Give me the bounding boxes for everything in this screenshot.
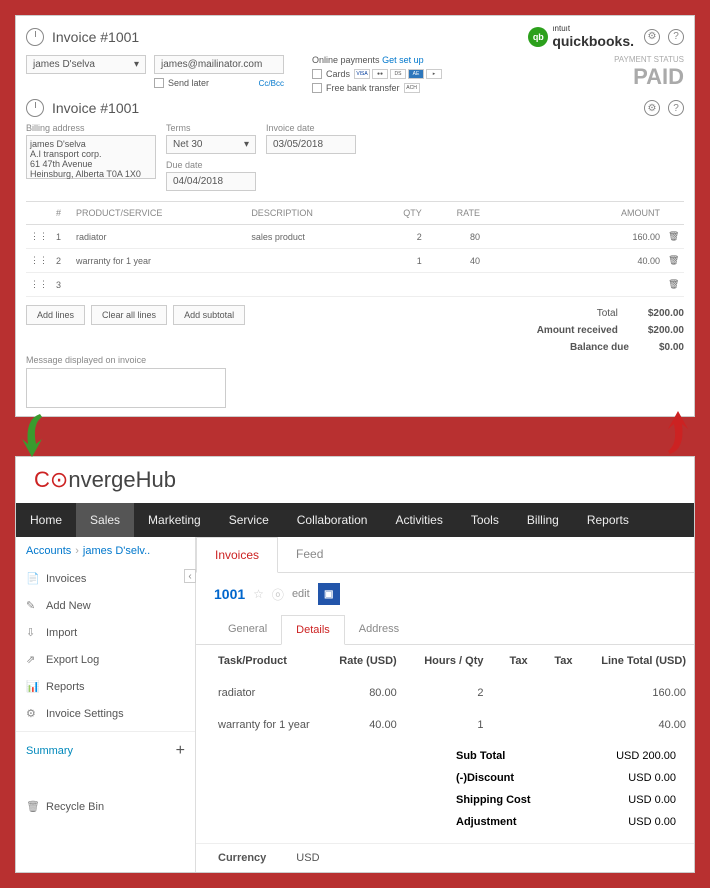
gear-icon[interactable]: ⚙	[644, 29, 660, 45]
tab-address[interactable]: Address	[345, 615, 413, 644]
cards-checkbox[interactable]	[312, 69, 322, 79]
drag-icon[interactable]: ⋮⋮	[26, 225, 52, 249]
quickbooks-logo: qb ıntuıt quickbooks.	[528, 24, 634, 49]
table-row[interactable]: ⋮⋮ 3 🗑	[26, 273, 684, 297]
nav-billing[interactable]: Billing	[513, 503, 573, 537]
customer-select[interactable]: james D'selva▾	[26, 55, 146, 74]
sidebar-item-invoices[interactable]: 📄Invoices	[16, 565, 195, 592]
invoice-title: Invoice #1001	[52, 29, 528, 45]
qb-badge-icon: qb	[528, 27, 548, 47]
nav-marketing[interactable]: Marketing	[134, 503, 215, 537]
owl-icon[interactable]: ⓞ	[272, 586, 284, 603]
sidebar-item-add-new[interactable]: ✎Add New	[16, 592, 195, 619]
nav-home[interactable]: Home	[16, 503, 76, 537]
invoice-number: 1001	[214, 586, 245, 602]
sidebar-item-import[interactable]: ⇩Import	[16, 619, 195, 646]
bank-checkbox[interactable]	[312, 83, 322, 93]
convergehub-panel: C⊙nvergeHub HomeSalesMarketingServiceCol…	[15, 456, 695, 873]
breadcrumb: Accounts›james D'selv..	[16, 537, 195, 565]
applepay-icon: ▸	[426, 69, 442, 79]
help-icon[interactable]: ?	[668, 29, 684, 45]
tab-details[interactable]: Details	[281, 615, 345, 645]
tab-general[interactable]: General	[214, 615, 281, 644]
sidebar-item-reports[interactable]: 📊Reports	[16, 673, 195, 700]
mastercard-icon: ●●	[372, 69, 388, 79]
nav-collaboration[interactable]: Collaboration	[283, 503, 382, 537]
visa-icon: VISA	[354, 69, 370, 79]
trash-icon[interactable]: 🗑	[664, 249, 684, 273]
arrow-up-icon	[650, 409, 690, 464]
send-later-checkbox[interactable]	[154, 78, 164, 88]
chevron-down-icon: ▾	[244, 139, 249, 150]
sidebar-item-export-log[interactable]: ⇗Export Log	[16, 646, 195, 673]
trash-icon: 🗑	[26, 800, 38, 813]
table-row[interactable]: ⋮⋮ 2warranty for 1 year 140 40.00 🗑	[26, 249, 684, 273]
ccbcc-link[interactable]: Cc/Bcc	[259, 79, 284, 88]
nav-reports[interactable]: Reports	[573, 503, 643, 537]
nav-service[interactable]: Service	[215, 503, 283, 537]
breadcrumb-customer[interactable]: james D'selv..	[83, 545, 150, 557]
invoice-date-input[interactable]: 03/05/2018	[266, 135, 356, 154]
sidebar-icon: ⚙	[26, 707, 38, 720]
sidebar-item-invoice-settings[interactable]: ⚙Invoice Settings	[16, 700, 195, 727]
sidebar-icon: ✎	[26, 599, 38, 612]
sidebar-icon: ⇩	[26, 626, 38, 639]
trash-icon[interactable]: 🗑	[664, 225, 684, 249]
sidebar-icon: 📊	[26, 680, 38, 693]
nav-tools[interactable]: Tools	[457, 503, 513, 537]
edit-link[interactable]: edit	[292, 588, 310, 600]
tab-invoices[interactable]: Invoices	[196, 537, 278, 573]
arrow-down-icon	[20, 409, 60, 464]
currency-label: Currency	[218, 852, 266, 864]
payment-status-value: PAID	[614, 64, 684, 90]
table-row[interactable]: ⋮⋮ 1radiatorsales product 280 160.00 🗑	[26, 225, 684, 249]
nav-sales[interactable]: Sales	[76, 503, 134, 537]
sidebar-icon: ⇗	[26, 653, 38, 666]
sidebar: Accounts›james D'selv.. ‹ 📄Invoices✎Add …	[16, 537, 196, 872]
quickbooks-panel: Invoice #1001 qb ıntuıt quickbooks. ⚙ ? …	[15, 15, 695, 417]
message-input[interactable]	[26, 368, 226, 408]
email-input[interactable]: james@mailinator.com	[154, 55, 284, 74]
invoice-details-table: Task/Product Rate (USD) Hours / Qty Tax …	[196, 645, 694, 741]
main-tabs: InvoicesFeed	[196, 537, 694, 573]
ach-icon: ACH	[404, 83, 420, 93]
tab-feed[interactable]: Feed	[278, 537, 341, 572]
payment-status-label: PAYMENT STATUS	[614, 55, 684, 64]
gear-icon[interactable]: ⚙	[644, 100, 660, 116]
history-icon[interactable]	[26, 28, 44, 46]
add-subtotal-button[interactable]: Add subtotal	[173, 305, 245, 325]
app-icon[interactable]: ▣	[318, 583, 340, 605]
chevron-down-icon: ▾	[134, 59, 139, 70]
currency-value: USD	[296, 852, 319, 864]
billing-address-input[interactable]: james D'selva A.I transport corp. 61 47t…	[26, 135, 156, 179]
sidebar-recycle-bin[interactable]: 🗑Recycle Bin	[16, 790, 195, 823]
line-items-table: # PRODUCT/SERVICE DESCRIPTION QTY RATE A…	[26, 201, 684, 297]
nav-activities[interactable]: Activities	[381, 503, 456, 537]
detail-tabs: GeneralDetailsAddress	[196, 615, 694, 645]
table-row: radiator80.00 2160.00	[196, 677, 694, 709]
due-date-input[interactable]: 04/04/2018	[166, 172, 256, 191]
drag-icon[interactable]: ⋮⋮	[26, 273, 52, 297]
discover-icon: DS	[390, 69, 406, 79]
terms-select[interactable]: Net 30▾	[166, 135, 256, 154]
sidebar-icon: 📄	[26, 572, 38, 585]
plus-icon[interactable]: +	[176, 742, 185, 760]
table-row: warranty for 1 year40.00 140.00	[196, 709, 694, 741]
get-setup-link[interactable]: Get set up	[382, 55, 424, 65]
trash-icon[interactable]: 🗑	[664, 273, 684, 297]
breadcrumb-accounts[interactable]: Accounts	[26, 545, 71, 557]
main-nav: HomeSalesMarketingServiceCollaborationAc…	[16, 503, 694, 537]
help-icon[interactable]: ?	[668, 100, 684, 116]
sidebar-summary[interactable]: Summary+	[16, 731, 195, 770]
invoice-title: Invoice #1001	[52, 100, 634, 116]
drag-icon[interactable]: ⋮⋮	[26, 249, 52, 273]
star-icon[interactable]: ☆	[253, 587, 264, 601]
clear-lines-button[interactable]: Clear all lines	[91, 305, 167, 325]
history-icon[interactable]	[26, 99, 44, 117]
collapse-sidebar-icon[interactable]: ‹	[184, 569, 196, 583]
sync-arrows	[20, 409, 690, 464]
amex-icon: AE	[408, 69, 424, 79]
add-lines-button[interactable]: Add lines	[26, 305, 85, 325]
